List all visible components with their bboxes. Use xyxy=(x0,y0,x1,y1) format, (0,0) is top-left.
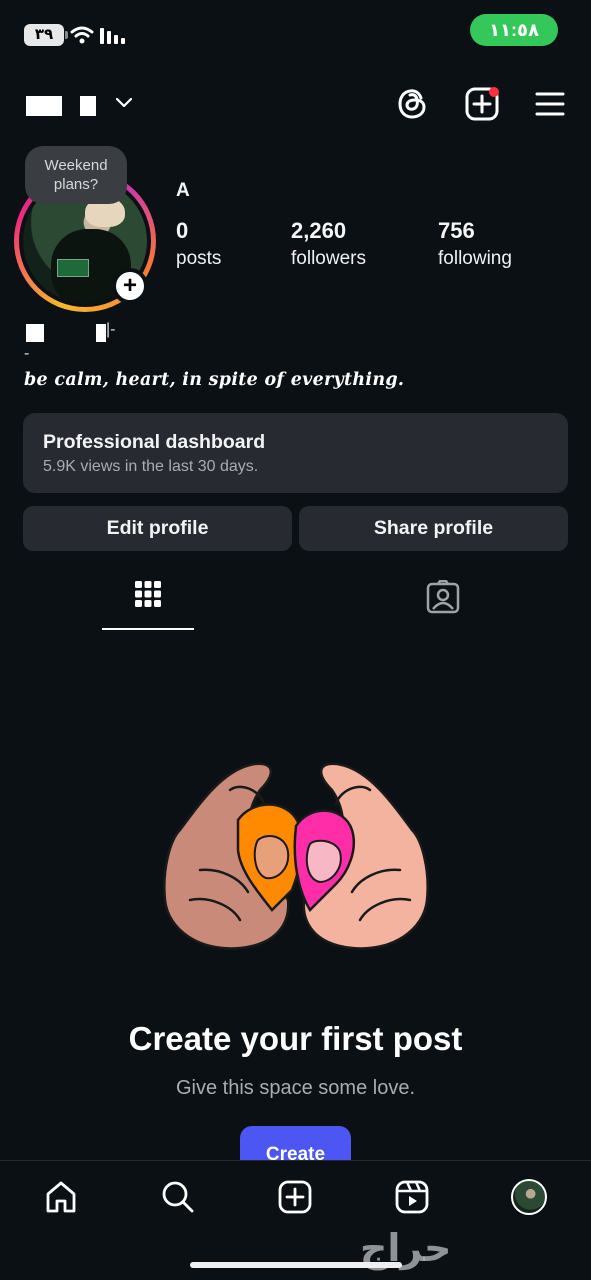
stat-value: 2,260 xyxy=(291,218,347,243)
grid-icon xyxy=(135,581,161,607)
username-redacted-block xyxy=(80,96,96,116)
search-icon xyxy=(162,1181,194,1213)
empty-state-title: Create your first post xyxy=(128,1020,463,1057)
share-profile-button[interactable]: Share profile xyxy=(299,506,568,551)
battery-indicator: ٣٩ xyxy=(24,24,68,46)
heart-hands-illustration xyxy=(163,762,429,950)
tab-grid[interactable] xyxy=(102,580,194,632)
stat-value: 756 xyxy=(438,218,475,243)
nav-home[interactable] xyxy=(41,1177,81,1217)
stat-label: following xyxy=(438,248,512,269)
profile-avatar xyxy=(511,1179,547,1215)
bio-redacted-block xyxy=(96,324,106,342)
wifi-icon xyxy=(70,26,94,44)
tagged-icon xyxy=(426,580,460,614)
bio-line2: - xyxy=(24,345,30,362)
stat-followers[interactable]: 2,260 followers xyxy=(291,218,366,270)
reels-icon xyxy=(395,1180,429,1214)
signal-icon xyxy=(100,28,125,44)
chevron-down-icon xyxy=(115,97,133,108)
professional-dashboard[interactable]: Professional dashboard 5.9K views in the… xyxy=(23,413,568,493)
stat-following[interactable]: 756 following xyxy=(438,218,512,270)
home-icon xyxy=(46,1181,76,1213)
home-indicator[interactable] xyxy=(190,1262,402,1268)
stat-value: 0 xyxy=(176,218,189,243)
status-time: ١١:٥٨ xyxy=(470,14,558,46)
notification-dot xyxy=(489,87,499,97)
add-story-button[interactable]: + xyxy=(112,268,148,304)
note-bubble[interactable]: Weekend plans? xyxy=(25,146,127,204)
menu-icon[interactable] xyxy=(534,90,566,118)
stat-posts[interactable]: 0 posts xyxy=(176,218,221,270)
edit-profile-button[interactable]: Edit profile xyxy=(23,506,292,551)
bio-text: be calm, heart, in spite of everything. xyxy=(24,370,405,390)
dashboard-title: Professional dashboard xyxy=(43,431,266,453)
bio-line1-suffix: |- xyxy=(106,321,116,338)
nav-search[interactable] xyxy=(158,1177,198,1217)
nav-profile[interactable] xyxy=(509,1177,549,1217)
threads-icon[interactable] xyxy=(395,86,431,122)
display-name: A xyxy=(176,180,190,201)
stat-label: posts xyxy=(176,248,222,269)
empty-state-subtitle: Give this space some love. xyxy=(176,1077,415,1099)
active-tab-indicator xyxy=(102,628,194,630)
dashboard-subtitle: 5.9K views in the last 30 days. xyxy=(43,458,259,475)
tab-tagged[interactable] xyxy=(397,580,489,632)
stat-label: followers xyxy=(291,248,366,269)
username-redacted-block xyxy=(26,96,62,116)
nav-reels[interactable] xyxy=(392,1177,432,1217)
create-icon xyxy=(278,1180,312,1214)
status-bar: ٣٩ ١١:٥٨ xyxy=(0,0,591,70)
bio-redacted-block xyxy=(26,324,44,342)
nav-create[interactable] xyxy=(275,1177,315,1217)
